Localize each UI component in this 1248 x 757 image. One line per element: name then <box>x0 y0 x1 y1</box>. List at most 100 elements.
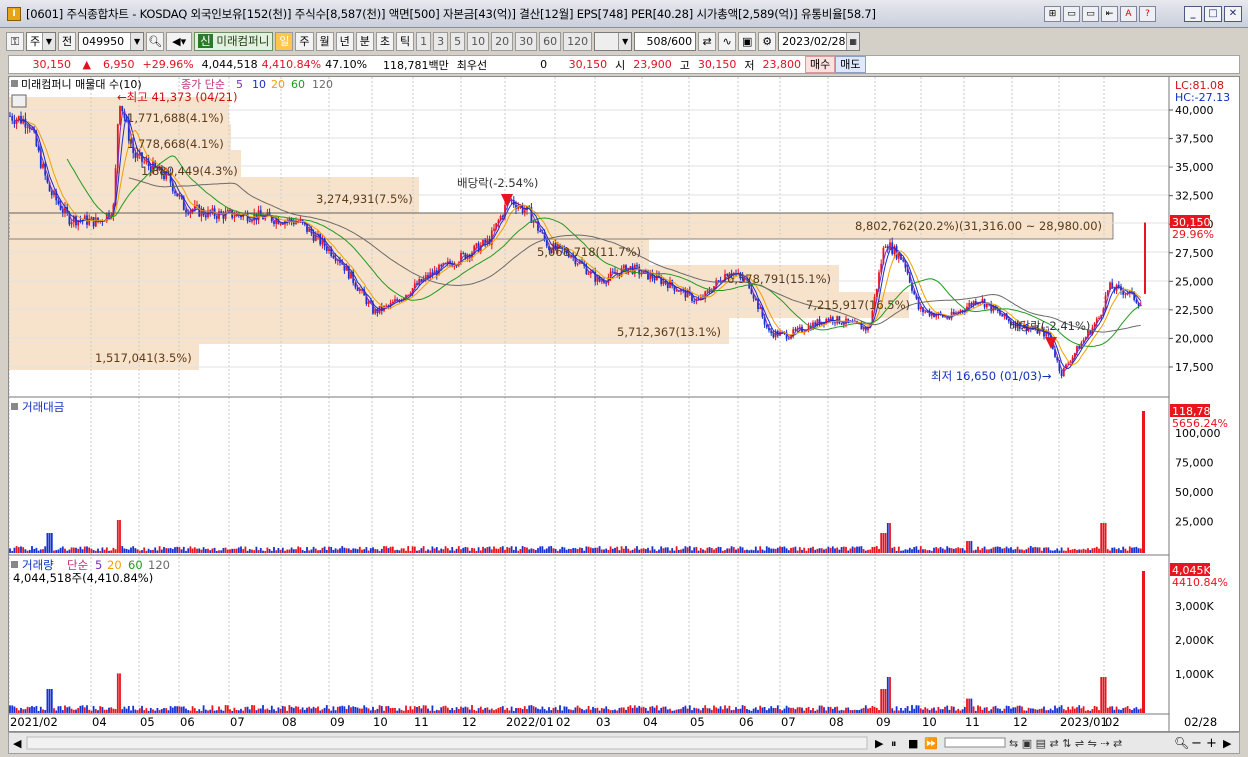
period-tick[interactable]: 틱 <box>396 31 415 51</box>
amount-bar <box>160 549 163 553</box>
volume-bar <box>70 708 73 713</box>
amount-bar <box>693 547 696 553</box>
scroll-track[interactable] <box>26 736 868 750</box>
volume-bar <box>1062 709 1065 713</box>
code-input[interactable]: 049950 ▼ <box>78 31 145 51</box>
amount-bar <box>449 550 451 553</box>
stop-icon[interactable]: ■ <box>908 737 918 750</box>
minute-20[interactable]: 20 <box>491 31 514 51</box>
volume-bar <box>1058 706 1061 713</box>
grid-toggle-icon[interactable] <box>11 94 27 108</box>
amount-bar <box>726 548 729 553</box>
volume-bar <box>504 709 506 713</box>
chart-tool-icon[interactable]: ⇄ <box>698 31 717 51</box>
pin-icon[interactable]: ⇤ <box>1101 6 1118 22</box>
x-axis-label: 09 <box>876 715 891 729</box>
sell-button[interactable]: 매도 <box>835 56 866 73</box>
amount-bar <box>39 549 42 553</box>
chart-area[interactable]: 미래컴퍼니 매물대 수(10) 종가 단순 5 10 20 60 120 LC:… <box>8 76 1240 732</box>
stock-chart-svg[interactable]: 미래컴퍼니 매물대 수(10) 종가 단순 5 10 20 60 120 LC:… <box>8 77 1239 731</box>
market-combo[interactable]: 주 ▼ <box>26 31 56 51</box>
volume-bar <box>1113 709 1116 713</box>
date-input[interactable]: 2023/02/28 ▦ <box>778 31 861 51</box>
minute-3[interactable]: 3 <box>433 31 449 51</box>
period-week[interactable]: 주 <box>295 31 314 51</box>
volume-bar <box>974 710 977 713</box>
amount-bar <box>136 549 139 553</box>
amount-bar <box>561 546 564 553</box>
zoom-icon[interactable]: 🔍︎ <box>1174 736 1189 750</box>
volume-bar <box>926 708 929 713</box>
period-minute[interactable]: 분 <box>355 31 374 51</box>
volume-bar <box>127 706 130 713</box>
tool-icons[interactable]: ⇆ ▣ ▤ ⇄ ⇅ ⇌ ⇋ ⇢ ⇄ <box>1009 737 1122 750</box>
candle-body <box>834 322 836 324</box>
zoom-in-icon[interactable]: + <box>1206 736 1217 751</box>
minute-5[interactable]: 5 <box>450 31 466 51</box>
buy-button[interactable]: 매수 <box>805 56 836 73</box>
amount-bar <box>110 550 113 553</box>
amount-bar <box>724 550 726 553</box>
scroll-left-icon[interactable]: ◀ <box>13 737 22 750</box>
volume-bar <box>757 709 759 713</box>
volume-bar <box>354 706 357 713</box>
zoom-out-icon[interactable]: − <box>1191 736 1202 751</box>
minimize-button[interactable]: _ <box>1184 6 1202 22</box>
volume-bar <box>737 708 740 713</box>
company-name[interactable]: 신 미래컴퍼니 <box>194 31 274 51</box>
indicator-icon[interactable]: ∿ <box>718 31 737 51</box>
period-year[interactable]: 년 <box>335 31 354 51</box>
volume-bar <box>433 710 436 713</box>
amount-bar <box>354 548 357 553</box>
volume-bar <box>697 708 700 713</box>
volume-bar <box>308 706 311 713</box>
close-button[interactable]: ✕ <box>1224 6 1242 22</box>
count-input[interactable]: 508/600 <box>634 31 697 51</box>
maximize-button[interactable]: □ <box>1204 6 1222 22</box>
minute-1[interactable]: 1 <box>416 31 432 51</box>
volume-bar <box>222 710 225 713</box>
minute-30[interactable]: 30 <box>515 31 538 51</box>
period-day[interactable]: 일 <box>275 31 294 51</box>
amount-bar <box>169 548 172 553</box>
speaker-icon[interactable]: ◀▾ <box>166 31 193 51</box>
amount-bar <box>9 548 11 553</box>
window-icon[interactable]: ▭ <box>1082 6 1099 22</box>
volume-bar <box>853 709 856 713</box>
scroll-right-icon[interactable]: ▶ <box>1223 737 1232 750</box>
lock-icon[interactable]: ⚿ <box>6 31 24 51</box>
minute-60[interactable]: 60 <box>539 31 562 51</box>
period-second[interactable]: 초 <box>375 31 395 51</box>
amount-bar <box>292 549 295 553</box>
amount-tick-label: 75,000 <box>1175 457 1214 470</box>
search-icon[interactable]: 🔍︎ <box>146 31 165 51</box>
fast-forward-icon[interactable]: ⏩ <box>924 737 938 750</box>
volume-bar <box>1025 710 1028 713</box>
settings-icon[interactable]: ⚙ <box>758 31 777 51</box>
amount-bar <box>543 549 546 553</box>
candle-body <box>576 263 579 265</box>
link-icon[interactable]: ⊞ <box>1044 6 1061 22</box>
pause-icon[interactable]: ⏸ <box>891 737 897 750</box>
period-month[interactable]: 월 <box>315 31 334 51</box>
font-icon[interactable]: A <box>1120 6 1137 22</box>
volume-bar <box>1131 709 1133 713</box>
minute-120[interactable]: 120 <box>563 31 593 51</box>
volume-bar <box>99 706 102 713</box>
amount-bar <box>121 546 124 553</box>
volume-bar <box>550 710 553 713</box>
amount-bar <box>675 546 678 553</box>
speed-slider[interactable] <box>944 737 1006 748</box>
profile-label: 5,068,718(11.7%) <box>537 245 641 259</box>
save-icon[interactable]: ▣ <box>738 31 757 51</box>
play-icon[interactable]: ▶ <box>875 737 884 750</box>
minute-combo[interactable]: ▼ <box>594 31 633 51</box>
minute-10[interactable]: 10 <box>467 31 490 51</box>
candle-body <box>26 126 29 128</box>
scroll-bar[interactable]: ◀ ▶ ⏸ ■ ⏩ ⇆ ▣ ▤ ⇄ ⇅ ⇌ ⇋ ⇢ ⇄ 🔍︎ − + ▶ <box>8 732 1240 754</box>
prev-button[interactable]: 전 <box>58 31 77 51</box>
dividend-label-1: 배당락(-2.54%) <box>457 176 538 190</box>
layout-icon[interactable]: ▭ <box>1063 6 1080 22</box>
help-icon[interactable]: ? <box>1139 6 1156 22</box>
amount-bar <box>647 547 649 553</box>
